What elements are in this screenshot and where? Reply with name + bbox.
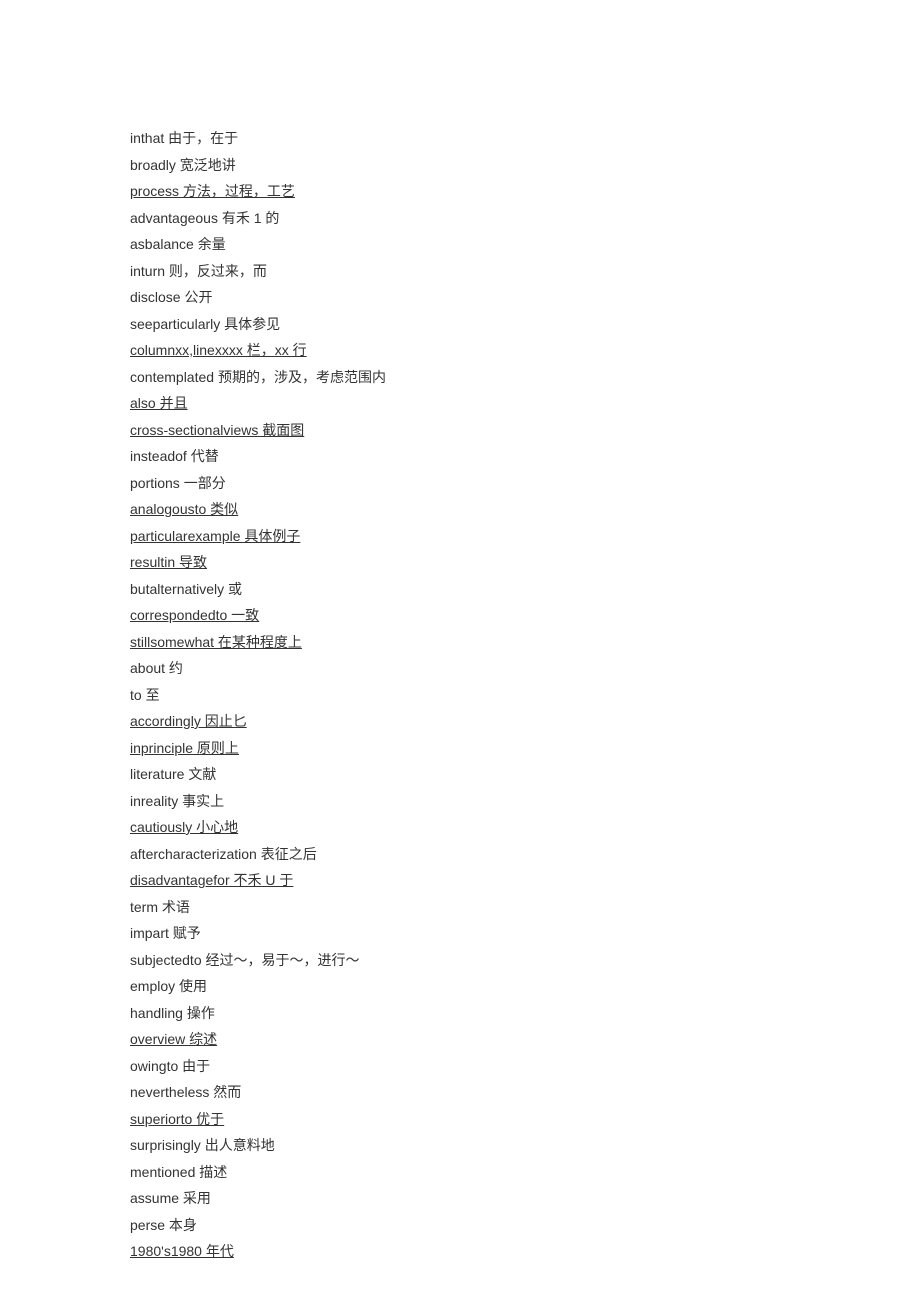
vocab-text: broadly 宽泛地讲 — [130, 157, 236, 173]
vocab-text: employ 使用 — [130, 978, 207, 994]
vocab-entry: inthat 由于，在于 — [130, 125, 470, 152]
vocab-text: seeparticularly 具体参见 — [130, 316, 280, 332]
vocab-entry: handling 操作 — [130, 1000, 470, 1027]
vocab-text: overview 综述 — [130, 1026, 217, 1053]
vocab-entry: term 术语 — [130, 894, 470, 921]
vocab-entry: surprisingly 出人意料地 — [130, 1132, 470, 1159]
vocab-text: 1980's1980 年代 — [130, 1238, 234, 1265]
vocab-text: handling 操作 — [130, 1005, 215, 1021]
vocab-text: about 约 — [130, 660, 183, 676]
vocab-entry: inreality 事实上 — [130, 788, 470, 815]
vocab-entry: to 至 — [130, 682, 470, 709]
vocab-entry: literature 文献 — [130, 761, 470, 788]
vocab-entry: butalternatively 或 — [130, 576, 470, 603]
vocab-text: inprinciple 原则上 — [130, 735, 239, 762]
vocab-text: cross-sectionalviews 截面图 — [130, 417, 304, 444]
vocab-text: term 术语 — [130, 899, 190, 915]
vocab-entry: accordingly 因止匕 — [130, 708, 470, 735]
vocab-entry: inprinciple 原则上 — [130, 735, 470, 762]
vocab-entry: owingto 由于 — [130, 1053, 470, 1080]
vocab-entry: impart 赋予 — [130, 920, 470, 947]
vocab-text: disclose 公开 — [130, 289, 212, 305]
vocab-entry: overview 综述 — [130, 1026, 470, 1053]
vocab-entry: broadly 宽泛地讲 — [130, 152, 470, 179]
vocab-entry: particularexample 具体例子 — [130, 523, 470, 550]
vocab-entry: disclose 公开 — [130, 284, 470, 311]
vocab-entry: assume 采用 — [130, 1185, 470, 1212]
vocab-text: inthat 由于，在于 — [130, 130, 238, 146]
vocab-text: columnxx,linexxxx 栏，xx 行 — [130, 337, 440, 364]
vocab-text: insteadof 代替 — [130, 448, 219, 464]
vocab-text: inreality 事实上 — [130, 793, 224, 809]
vocab-entry: aftercharacterization 表征之后 — [130, 841, 470, 868]
vocab-entry: superiorto 优于 — [130, 1106, 470, 1133]
vocab-entry: asbalance 余量 — [130, 231, 470, 258]
vocab-text: cautiously 小心地 — [130, 814, 238, 841]
vocab-text: nevertheless 然而 — [130, 1084, 241, 1100]
vocab-text: owingto 由于 — [130, 1058, 210, 1074]
vocab-entry: disadvantagefor 不禾 U 于 — [130, 867, 470, 894]
vocab-text: literature 文献 — [130, 766, 216, 782]
vocab-text: asbalance 余量 — [130, 236, 226, 252]
vocab-text: correspondedto 一致 — [130, 602, 435, 629]
vocab-text: accordingly 因止匕 — [130, 708, 380, 735]
vocab-entry: correspondedto 一致 — [130, 602, 470, 629]
vocab-text: advantageous 有禾 1 的 — [130, 210, 279, 226]
vocab-text: portions 一部分 — [130, 475, 226, 491]
vocab-entry: insteadof 代替 — [130, 443, 470, 470]
vocab-entry: resultin 导致 — [130, 549, 470, 576]
vocab-entry: advantageous 有禾 1 的 — [130, 205, 470, 232]
vocab-text: perse 本身 — [130, 1217, 197, 1233]
vocab-text: stillsomewhat 在某种程度上 — [130, 629, 302, 656]
vocab-entry: inturn 则，反过来，而 — [130, 258, 470, 285]
vocab-text: to 至 — [130, 687, 160, 703]
vocab-text: analogousto 类似 — [130, 496, 380, 523]
document-body: inthat 由于，在于 broadly 宽泛地讲 process 方法，过程，工艺… — [0, 0, 470, 1265]
vocab-entry: nevertheless 然而 — [130, 1079, 470, 1106]
vocab-text: particularexample 具体例子 — [130, 523, 300, 550]
vocab-text: resultin 导致 — [130, 549, 207, 576]
vocab-entry: portions 一部分 — [130, 470, 470, 497]
vocab-entry: analogousto 类似 — [130, 496, 470, 523]
vocab-text: contemplated 预期的，涉及，考虑范围内 — [130, 369, 386, 385]
vocab-entry: stillsomewhat 在某种程度上 — [130, 629, 470, 656]
vocab-text: aftercharacterization 表征之后 — [130, 846, 317, 862]
vocab-text: superiorto 优于 — [130, 1106, 224, 1133]
vocab-text: process 方法，过程，工艺 — [130, 178, 440, 205]
vocab-entry: columnxx,linexxxx 栏，xx 行 — [130, 337, 470, 364]
vocab-entry: 1980's1980 年代 — [130, 1238, 470, 1265]
vocab-entry: about 约 — [130, 655, 470, 682]
vocab-entry: cautiously 小心地 — [130, 814, 470, 841]
vocab-text: mentioned 描述 — [130, 1164, 227, 1180]
vocab-entry: cross-sectionalviews 截面图 — [130, 417, 470, 444]
vocab-text: assume 采用 — [130, 1190, 211, 1206]
vocab-text: surprisingly 出人意料地 — [130, 1137, 275, 1153]
vocab-text: impart 赋予 — [130, 925, 201, 941]
vocab-text: butalternatively 或 — [130, 581, 242, 597]
vocab-entry: perse 本身 — [130, 1212, 470, 1239]
vocab-text: disadvantagefor 不禾 U 于 — [130, 867, 293, 894]
vocab-entry: contemplated 预期的，涉及，考虑范围内 — [130, 364, 470, 391]
vocab-entry: process 方法，过程，工艺 — [130, 178, 470, 205]
vocab-entry: subjectedto 经过〜，易于〜，进行〜 — [130, 947, 470, 974]
vocab-text: also 并且 — [130, 390, 188, 417]
vocab-entry: mentioned 描述 — [130, 1159, 470, 1186]
vocab-entry: employ 使用 — [130, 973, 470, 1000]
vocab-text: inturn 则，反过来，而 — [130, 263, 267, 279]
vocab-entry: also 并且 — [130, 390, 470, 417]
vocab-entry: seeparticularly 具体参见 — [130, 311, 470, 338]
vocab-text: subjectedto 经过〜，易于〜，进行〜 — [130, 952, 360, 968]
